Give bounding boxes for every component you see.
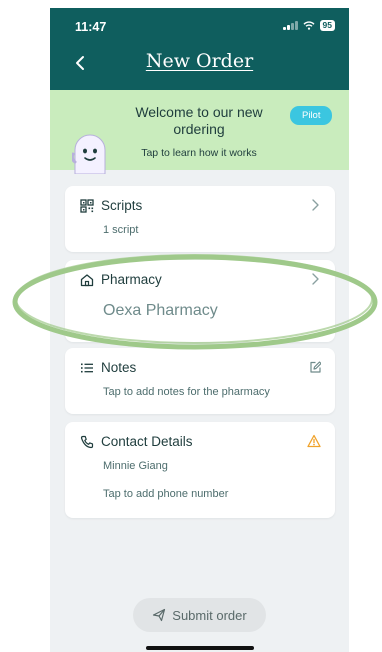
mascot-illustration [72,134,106,174]
contact-name: Minnie Giang [103,460,168,472]
scripts-card-header: Scripts [80,198,142,213]
send-icon [153,608,166,622]
wifi-icon [303,21,315,30]
warning-icon [307,434,321,448]
banner-subtitle: Tap to learn how it works [141,147,257,159]
pharmacy-card[interactable]: Pharmacy Oexa Pharmacy [65,260,335,342]
submit-order-button[interactable]: Submit order [133,598,266,632]
scripts-count: 1 script [103,224,139,236]
pilot-badge: Pilot [290,106,333,125]
pharmacy-card-header: Pharmacy [80,272,162,287]
notes-card-header: Notes [80,360,136,375]
notes-title: Notes [101,360,137,375]
pharmacy-name: Oexa Pharmacy [103,302,218,319]
qr-code-icon [80,198,94,213]
page-title: New Order [145,50,254,72]
chevron-right-icon [312,199,319,211]
signal-icon [283,21,298,30]
welcome-banner[interactable]: Welcome to our new ordering Tap to learn… [50,90,349,174]
app-header: 11:47 95 New Order [50,8,349,90]
app-screen: 11:47 95 New Order Welcome to our new or… [50,8,349,652]
chevron-right-icon [312,273,319,285]
home-indicator [146,646,254,650]
notes-hint: Tap to add notes for the pharmacy [103,386,270,398]
status-icons: 95 [283,20,335,31]
add-phone-prompt[interactable]: Tap to add phone number [103,488,228,500]
banner-title: Welcome to our new ordering [135,104,263,137]
scripts-card[interactable]: Scripts 1 script [65,186,335,252]
scripts-title: Scripts [101,198,143,213]
battery-level: 95 [319,20,335,31]
contact-card-header: Contact Details [80,434,193,449]
status-time: 11:47 [75,20,107,34]
submit-order-label: Submit order [172,607,247,623]
phone-icon [80,435,94,448]
notes-card[interactable]: Notes Tap to add notes for the pharmacy [65,348,335,414]
list-icon [81,363,93,372]
contact-title: Contact Details [101,434,193,449]
pharmacy-title: Pharmacy [101,272,162,287]
contact-details-card[interactable]: Contact Details Minnie Giang Tap to add … [65,422,335,518]
home-icon [80,273,94,286]
edit-icon[interactable] [309,360,321,374]
